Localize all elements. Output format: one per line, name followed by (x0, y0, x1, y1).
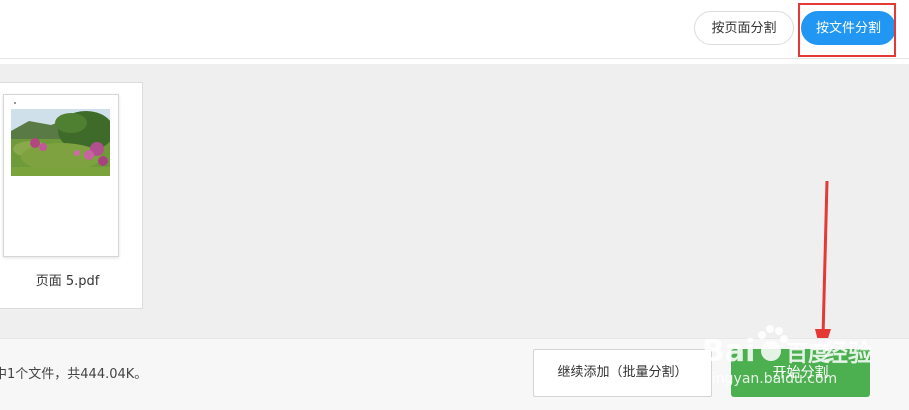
file-workspace: 页面 5.pdf (0, 64, 909, 357)
top-toolbar: 按页面分割 按文件分割 (0, 0, 909, 59)
split-by-page-button[interactable]: 按页面分割 (694, 11, 794, 45)
start-split-button[interactable]: 开始分割 (731, 349, 870, 397)
page-mark (14, 102, 16, 104)
file-card[interactable]: 页面 5.pdf (0, 82, 143, 309)
page-preview (3, 94, 119, 257)
bottom-bar: 中1个文件，共444.04K。 继续添加（批量分割） 开始分割 (0, 338, 909, 410)
add-batch-button[interactable]: 继续添加（批量分割） (533, 349, 712, 397)
landscape-thumbnail (11, 109, 110, 176)
selection-status: 中1个文件，共444.04K。 (0, 367, 148, 382)
file-name: 页面 5.pdf (35, 274, 100, 289)
annotation-highlight-box (798, 3, 896, 57)
